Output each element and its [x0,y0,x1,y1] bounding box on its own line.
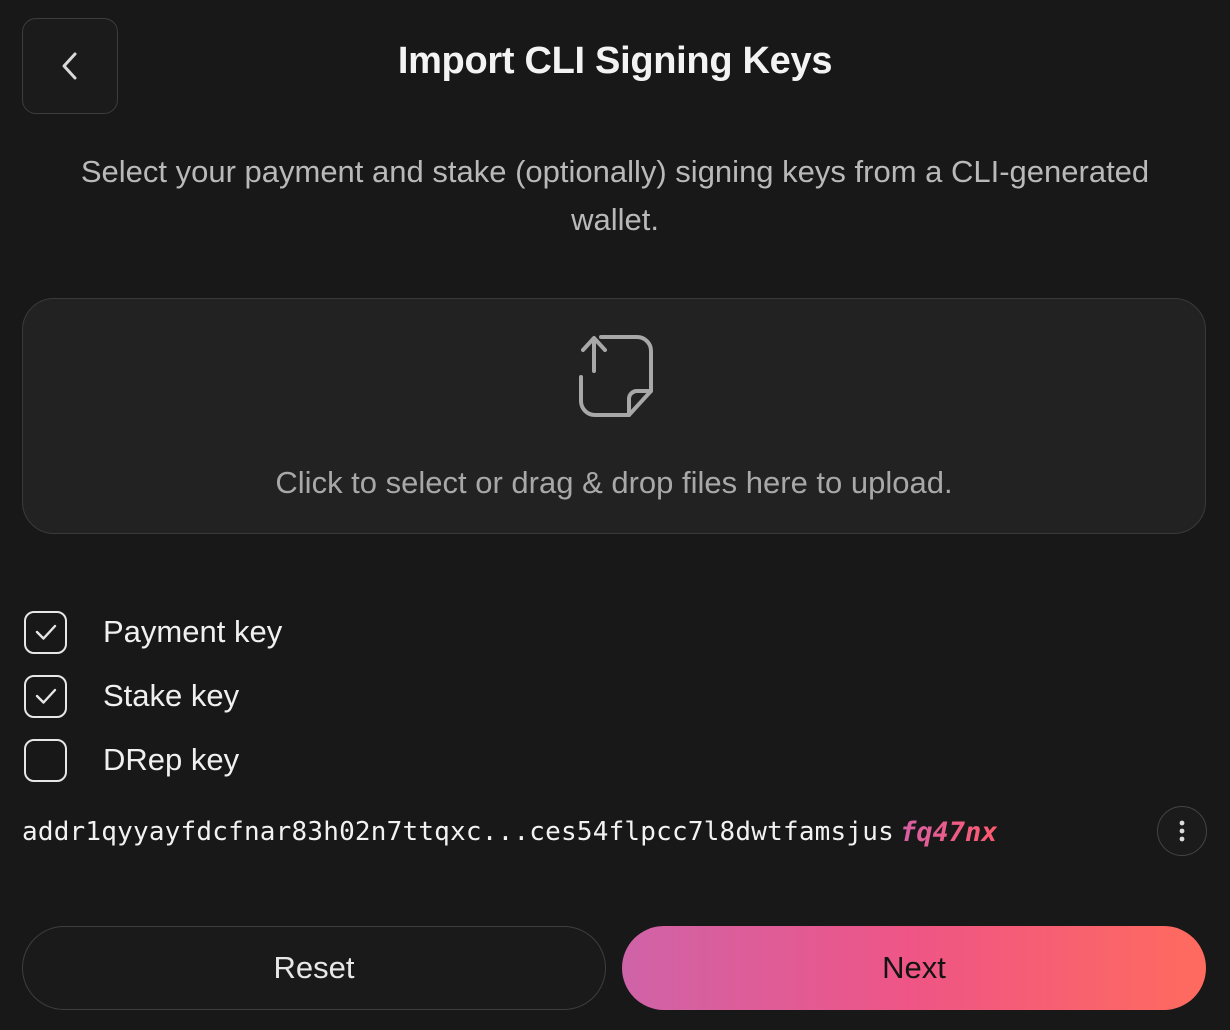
checkmark-icon [35,688,56,704]
page-subtitle: Select your payment and stake (optionall… [80,154,1150,237]
drep-key-option[interactable]: DRep key [24,728,282,792]
payment-key-label: Payment key [103,614,283,649]
drep-key-checkbox[interactable] [24,738,67,782]
stake-key-checkbox[interactable] [24,674,67,718]
more-vertical-icon [1179,820,1185,842]
payment-key-checkbox[interactable] [24,610,67,654]
key-checkbox-list: Payment key Stake key DRep key [24,600,282,792]
import-cli-keys-page: Import CLI Signing Keys Select your paym… [0,0,1230,1030]
reset-button[interactable]: Reset [22,926,606,1010]
upload-file-icon [579,335,653,417]
wallet-address: addr1qyyayfdcfnar83h02n7ttqxc...ces54flp… [22,808,997,856]
drep-key-label: DRep key [103,742,240,777]
address-text: addr1qyyayfdcfnar83h02n7ttqxc...ces54flp… [22,817,894,847]
address-more-button[interactable] [1157,806,1207,856]
file-dropzone[interactable]: Click to select or drag & drop files her… [22,298,1206,534]
payment-key-option[interactable]: Payment key [24,600,282,664]
stake-key-label: Stake key [103,678,240,713]
stake-key-option[interactable]: Stake key [24,664,282,728]
page-title: Import CLI Signing Keys [397,40,833,82]
checkmark-icon [35,624,56,640]
dropzone-text: Click to select or drag & drop files her… [275,465,953,500]
next-button[interactable]: Next [622,926,1206,1010]
address-checksum-tail: fq47nx [899,816,998,848]
